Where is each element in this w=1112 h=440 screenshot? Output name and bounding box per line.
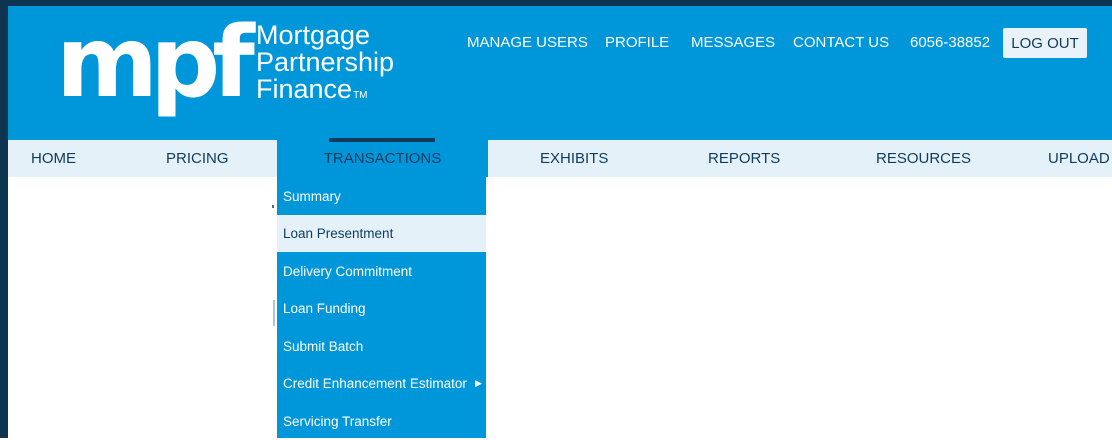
nav-exhibits[interactable]: EXHIBITS [540,140,608,177]
menu-item-credit-enhancement-estimator-label: Credit Enhancement Estimator [283,376,467,391]
contact-us-link[interactable]: CONTACT US [793,34,889,51]
logo-line-finance: FinanceTM [256,76,394,109]
menu-item-summary[interactable]: Summary [277,178,486,215]
nav-upload[interactable]: UPLOAD [1048,140,1110,177]
cursor-artifact [272,205,274,208]
nav-transactions[interactable]: TRANSACTIONS [277,138,488,177]
profile-link[interactable]: PROFILE [605,34,669,51]
cursor-artifact-line [273,300,275,326]
utility-nav: MANAGE USERS PROFILE MESSAGES CONTACT US… [8,28,1112,58]
nav-reports[interactable]: REPORTS [708,140,780,177]
nav-transactions-label: TRANSACTIONS [323,150,442,167]
account-id-link[interactable]: 6056-38852 [910,34,990,51]
nav-home[interactable]: HOME [31,140,76,177]
nav-pricing[interactable]: PRICING [166,140,229,177]
manage-users-link[interactable]: MANAGE USERS [467,34,588,51]
main-nav: HOME PRICING TRANSACTIONS EXHIBITS REPOR… [8,138,1112,177]
logout-button[interactable]: LOG OUT [1003,28,1087,58]
messages-link[interactable]: MESSAGES [691,34,775,51]
chevron-right-icon: ▶ [475,378,482,388]
transactions-dropdown-menu: Summary Loan Presentment Delivery Commit… [277,177,486,438]
window-frame-left [0,0,8,438]
logo-line-finance-text: Finance [256,74,353,104]
menu-item-submit-batch[interactable]: Submit Batch [277,328,486,365]
trademark-symbol: TM [353,90,368,101]
site-header: mpf Mortgage Partnership FinanceTM MANAG… [8,6,1112,140]
nav-resources[interactable]: RESOURCES [876,140,971,177]
menu-item-servicing-transfer[interactable]: Servicing Transfer [277,403,486,440]
menu-item-delivery-commitment[interactable]: Delivery Commitment [277,253,486,290]
menu-item-credit-enhancement-estimator[interactable]: Credit Enhancement Estimator ▶ [277,365,486,402]
menu-item-loan-funding[interactable]: Loan Funding [277,290,486,327]
menu-item-loan-presentment[interactable]: Loan Presentment [277,215,486,252]
